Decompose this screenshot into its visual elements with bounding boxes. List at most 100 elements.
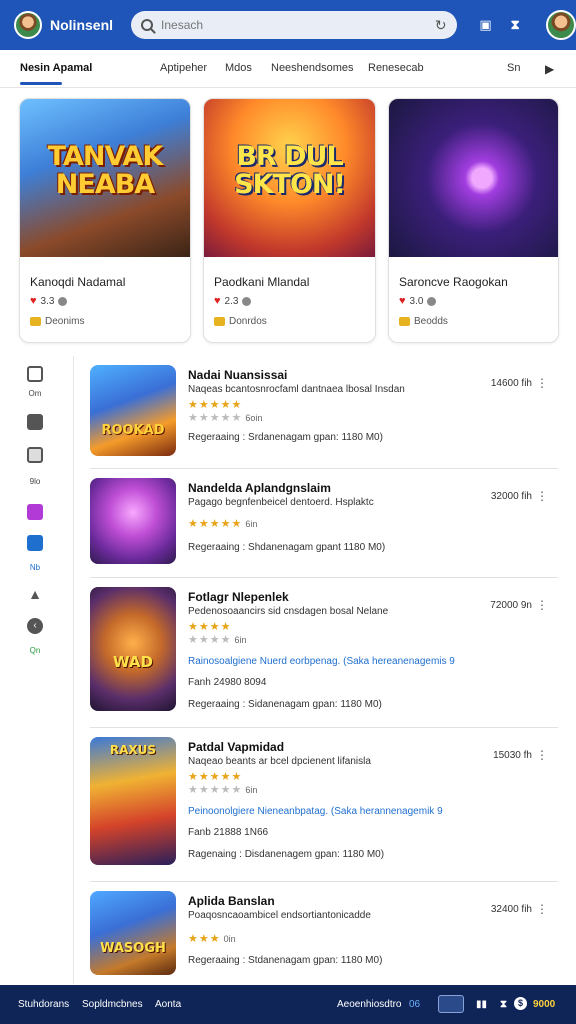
tab-6[interactable]: Sn bbox=[507, 62, 520, 74]
app-storage-3: Regeraaing : Sidanenagam gpan: 1180 M0) bbox=[188, 699, 382, 710]
sidebar-label-1: Om bbox=[28, 389, 42, 398]
app-rating-4: ★★★★★ 6in bbox=[188, 784, 258, 796]
app-storage-2: Regeraaing : Shdanenagam gpant 1180 M0) bbox=[188, 542, 386, 553]
more-icon[interactable]: ⋮ bbox=[536, 748, 548, 762]
app-desc-5: Poaqosncaoambicel endsortiantonicadde bbox=[188, 910, 371, 921]
coin-icon: $ bbox=[514, 997, 527, 1010]
app-row-1[interactable]: ROOKAD Nadai Nuansissai Naqeas bcantosnr… bbox=[90, 356, 558, 469]
square-icon[interactable] bbox=[27, 414, 43, 430]
app-row-4[interactable]: RAXUS Patdal Vapmidad Naqeao beants ar b… bbox=[90, 728, 558, 882]
tab-2[interactable]: Aptipeher bbox=[160, 62, 207, 74]
purple-icon[interactable] bbox=[27, 504, 43, 520]
refresh-icon[interactable]: ↻ bbox=[435, 17, 447, 34]
app-row-3[interactable]: WAD Fotlagr Nlepenlek Pedenosoaancirs si… bbox=[90, 578, 558, 728]
featured-genre-1: Deonims bbox=[30, 316, 84, 327]
app-stars-3: ★★★★ bbox=[188, 621, 232, 633]
grid-icon[interactable] bbox=[27, 366, 43, 382]
search-bar[interactable]: ↻ bbox=[131, 11, 457, 39]
search-input[interactable] bbox=[161, 18, 435, 32]
app-stars-5: ★★★ 0in bbox=[188, 933, 236, 945]
heart-icon: ♥ bbox=[30, 295, 37, 307]
info-icon bbox=[242, 296, 252, 306]
featured-rating-3: ♥ 3.0 bbox=[399, 295, 437, 307]
featured-genre-3: Beodds bbox=[399, 316, 448, 327]
store-icon[interactable]: ▣ bbox=[475, 14, 497, 36]
featured-rating-2: ♥ 2.3 bbox=[214, 295, 252, 307]
bottom-count: 06 bbox=[409, 999, 421, 1010]
featured-art-text-1: TANVAK NEABA bbox=[47, 141, 164, 200]
app-title-5: Aplida Banslan bbox=[188, 894, 275, 908]
profile-avatar[interactable] bbox=[546, 10, 576, 40]
app-title-4: Patdal Vapmidad bbox=[188, 740, 285, 754]
featured-card-2[interactable]: BR DUL SKTON! Paodkani Mlandal ♥ 2.3 Donr… bbox=[203, 98, 376, 343]
more-icon[interactable]: ⋮ bbox=[536, 489, 548, 503]
home-icon[interactable]: ▲ bbox=[27, 586, 43, 602]
tag-icon bbox=[30, 317, 41, 326]
bottom-label: Aeoenhiosdtro bbox=[337, 999, 402, 1010]
sidebar-label-3: 9lo bbox=[29, 477, 41, 486]
top-bar: Nolinsenl ↻ ▣ ⧗ bbox=[0, 0, 576, 50]
featured-card-3[interactable]: Saroncve Raogokan ♥ 3.0 Beodds bbox=[388, 98, 559, 343]
featured-name-2: Paodkani Mlandal bbox=[214, 275, 310, 289]
category-tabs: Nesin Apamal Aptipeher Mdos Neeshendsome… bbox=[0, 50, 576, 88]
app-thumb-2 bbox=[90, 478, 176, 564]
tabs-next-icon[interactable]: ▶ bbox=[545, 62, 554, 76]
app-storage-5: Regeraaing : Stdanenagam gpan: 1180 M0) bbox=[188, 955, 383, 966]
more-icon[interactable]: ⋮ bbox=[536, 902, 548, 916]
filter-icon[interactable]: ⧗ bbox=[500, 999, 507, 1010]
search-icon bbox=[141, 19, 154, 31]
app-link-3[interactable]: Rainosoalgiene Nuerd eorbpenag. (Saka he… bbox=[188, 656, 455, 667]
featured-name-1: Kanoqdi Nadamal bbox=[30, 275, 126, 289]
tab-3[interactable]: Mdos bbox=[225, 62, 252, 74]
app-title-1: Nadai Nuansissai bbox=[188, 368, 288, 382]
featured-art-text-2: BR DUL SKTON! bbox=[234, 141, 346, 200]
app-link-4[interactable]: Peinoonolgiere Nieneanbpatag. (Saka hera… bbox=[188, 806, 443, 817]
app-extra-3: Fanh 24980 8094 bbox=[188, 677, 267, 688]
tab-5[interactable]: Renesecab bbox=[368, 62, 424, 74]
bottom-link-3[interactable]: Aonta bbox=[155, 999, 181, 1010]
bottom-link-2[interactable]: Sopldmcbnes bbox=[82, 999, 143, 1010]
app-thumb-text-4: RAXUS bbox=[109, 743, 157, 757]
app-thumb-text-1: ROOKAD bbox=[101, 423, 165, 438]
heart-icon: ♥ bbox=[399, 295, 406, 307]
app-size-2: 32000 fih bbox=[490, 491, 532, 502]
featured-art-2: BR DUL SKTON! bbox=[204, 99, 375, 257]
more-icon[interactable]: ⋮ bbox=[536, 598, 548, 612]
app-rating-3: ★★★★ 6in bbox=[188, 634, 247, 646]
left-sidebar: Om 9lo Nb ▲ ‹ Qn bbox=[0, 356, 74, 984]
filter-icon[interactable]: ⧗ bbox=[504, 14, 526, 36]
menu-icon[interactable]: ▮▮ bbox=[476, 999, 487, 1010]
app-title: Nolinsenl bbox=[50, 17, 114, 33]
tab-main[interactable]: Nesin Apamal bbox=[20, 62, 92, 74]
app-size-4: 15030 fh bbox=[493, 750, 532, 761]
blue-icon[interactable] bbox=[27, 535, 43, 551]
app-thumb-3: WAD bbox=[90, 587, 176, 711]
screen-icon[interactable] bbox=[438, 995, 464, 1013]
heart-icon: ♥ bbox=[214, 295, 221, 307]
app-extra-4: Fanb 21888 1N66 bbox=[188, 827, 269, 838]
user-avatar[interactable] bbox=[14, 11, 42, 39]
doc-icon[interactable] bbox=[27, 447, 43, 463]
app-stars-4: ★★★★★ bbox=[188, 771, 243, 783]
featured-card-1[interactable]: TANVAK NEABA Kanoqdi Nadamal ♥ 3.3 Deonim… bbox=[19, 98, 191, 343]
bottom-link-1[interactable]: Stuhdorans bbox=[18, 999, 69, 1010]
app-thumb-text-5: WASOGH bbox=[100, 941, 166, 956]
featured-art-3 bbox=[389, 99, 558, 257]
app-thumb-4: RAXUS bbox=[90, 737, 176, 865]
app-stars-2: ★★★★★ 6in bbox=[188, 518, 258, 530]
back-icon[interactable]: ‹ bbox=[27, 618, 43, 634]
app-size-5: 32400 fih bbox=[490, 904, 532, 915]
tag-icon bbox=[399, 317, 410, 326]
app-storage-1: Regeraaing : Srdanenagam gpan: 1180 M0) bbox=[188, 432, 383, 443]
app-size-3: 72000 9n bbox=[490, 600, 532, 611]
app-row-2[interactable]: Nandelda Aplandgnslaim Pagago begnfenbei… bbox=[90, 469, 558, 578]
active-tab-indicator bbox=[20, 82, 62, 85]
app-desc-4: Naqeao beants ar bcel dpcienent lifanisl… bbox=[188, 756, 371, 767]
app-row-5[interactable]: WASOGH Aplida Banslan Poaqosncaoambicel … bbox=[90, 882, 558, 982]
info-icon bbox=[58, 296, 68, 306]
app-storage-4: Ragenaing : Disdanenagem gpan: 1180 M0) bbox=[188, 849, 385, 860]
tab-4[interactable]: Neeshendsomes bbox=[271, 62, 354, 74]
featured-rating-1: ♥ 3.3 bbox=[30, 295, 68, 307]
app-size-1: 14600 fih bbox=[490, 378, 532, 389]
more-icon[interactable]: ⋮ bbox=[536, 376, 548, 390]
